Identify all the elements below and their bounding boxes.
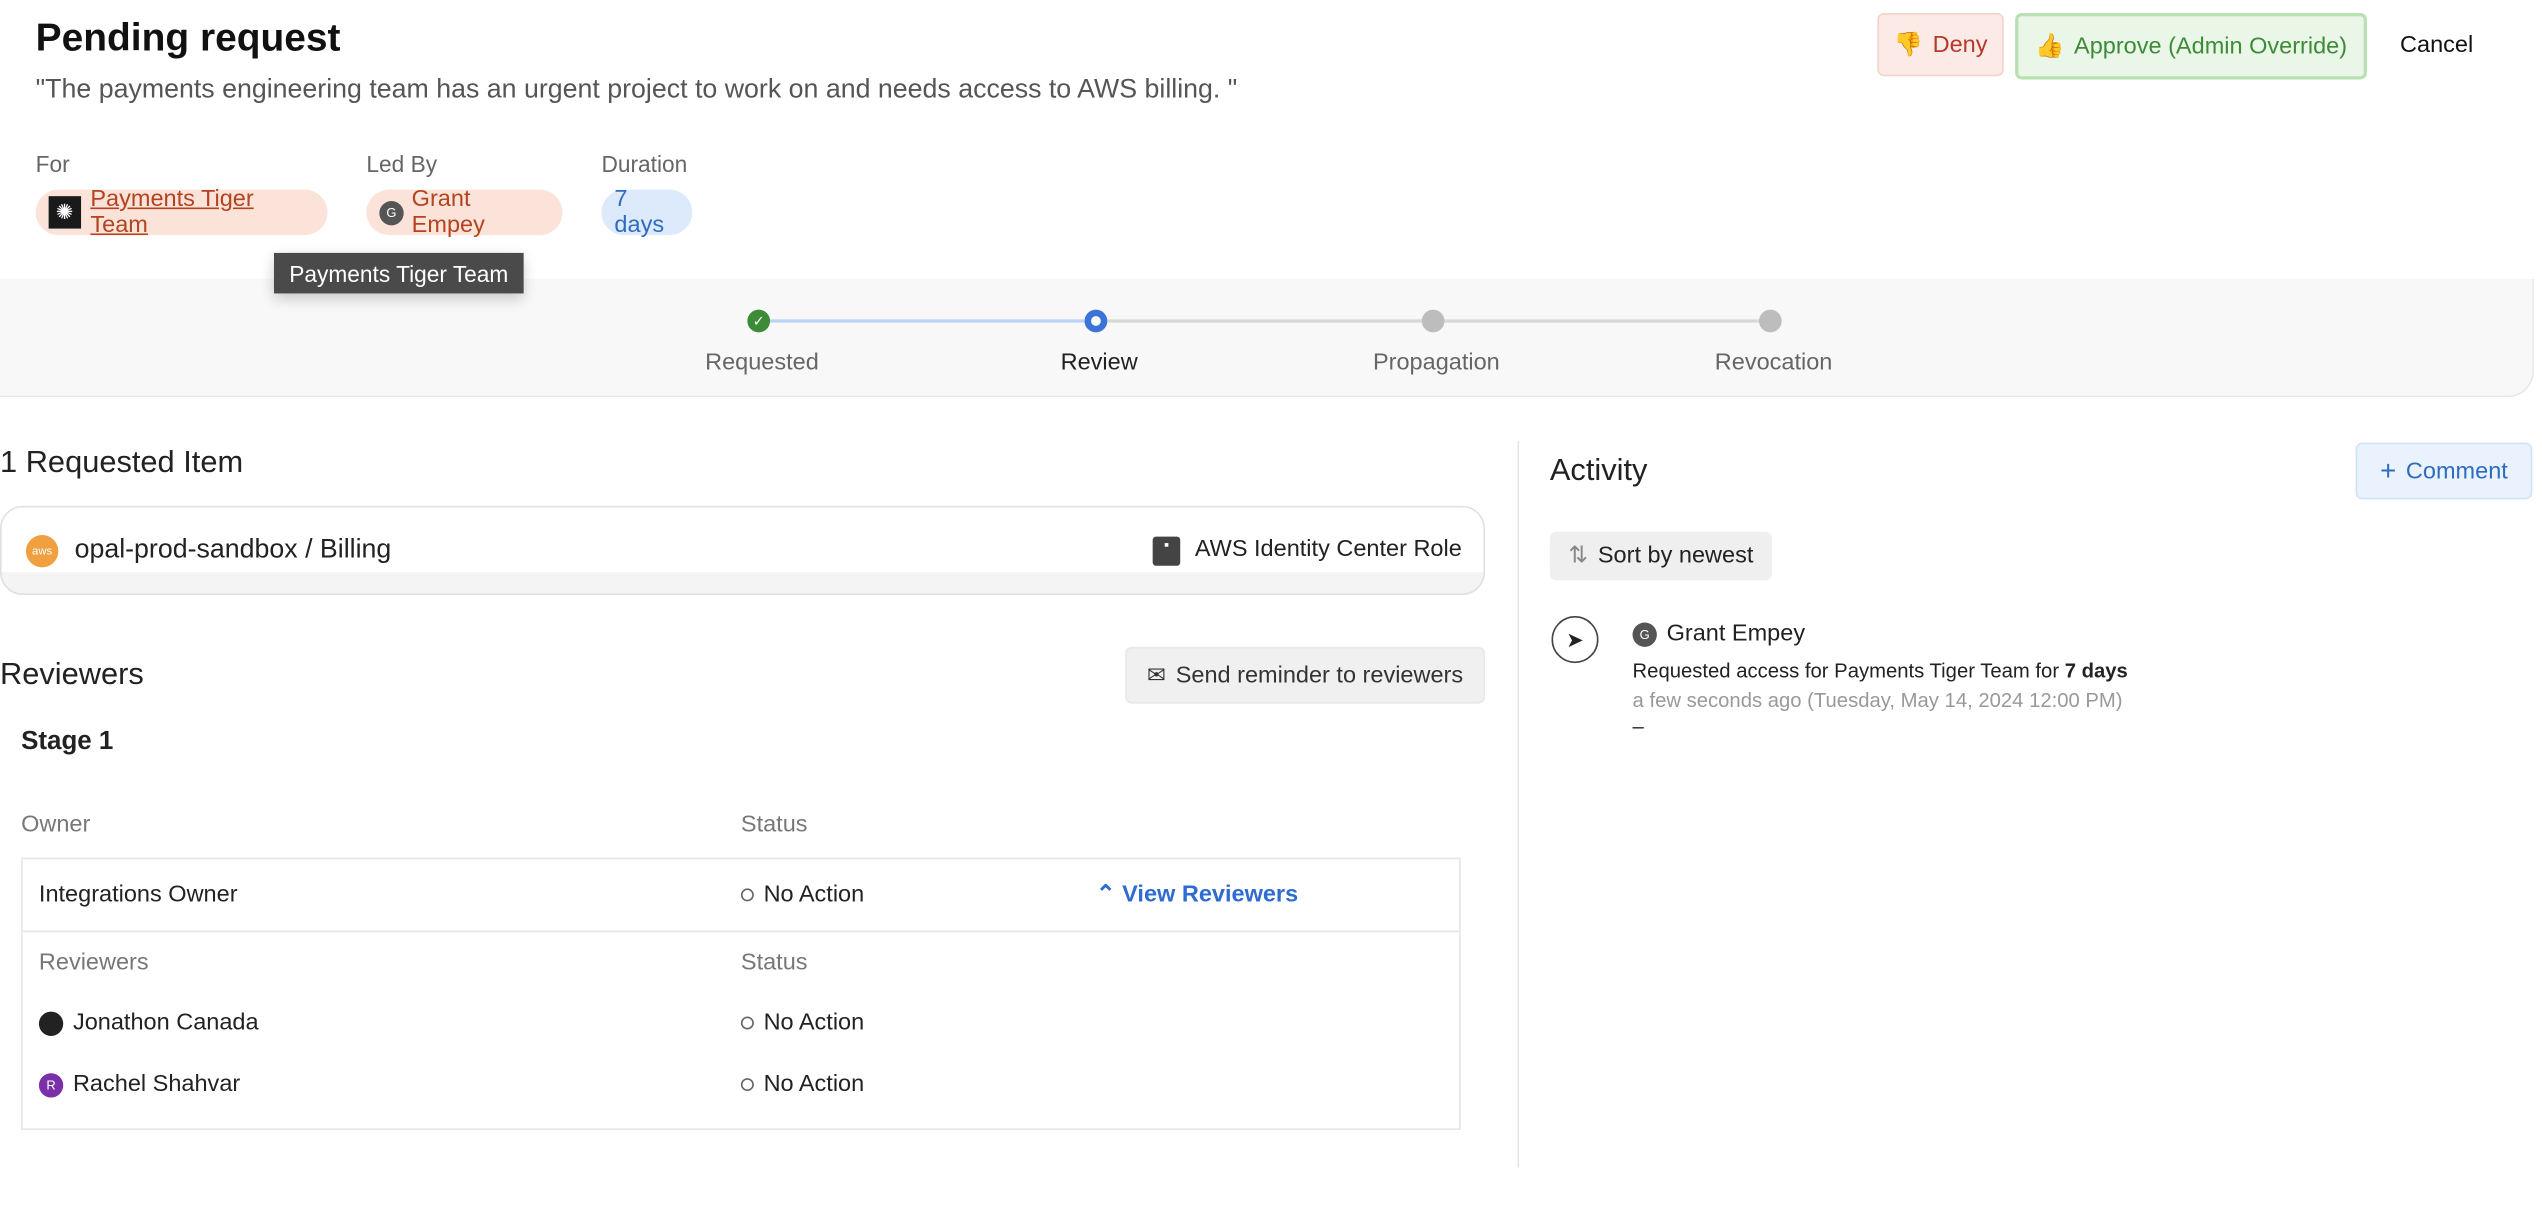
activity-timestamp: a few seconds ago (Tuesday, May 14, 2024… xyxy=(1632,689,2123,712)
reviewers-heading: Reviewers xyxy=(0,658,144,693)
reviewer-row: Jonathon Canada xyxy=(38,1010,259,1036)
role-badge-icon: ▪ xyxy=(1152,536,1181,566)
group-link[interactable]: Payments Tiger Team xyxy=(90,186,314,238)
avatar: G xyxy=(1632,621,1657,647)
duration-label: Duration xyxy=(601,150,688,177)
sort-button[interactable]: ⇅ Sort by newest xyxy=(1549,531,1772,581)
reviewers-status-subheader: Status xyxy=(740,950,808,976)
step-propagation: Propagation xyxy=(1372,350,1500,377)
step-pending-dot xyxy=(1759,309,1782,333)
sort-icon: ⇅ xyxy=(1568,543,1589,570)
circle-icon xyxy=(740,1016,754,1030)
view-reviewers-toggle[interactable]: ⌃ View Reviewers xyxy=(1096,882,1298,908)
step-review: Review xyxy=(1060,350,1138,377)
item-name: opal-prod-sandbox / Billing xyxy=(74,534,392,565)
avatar xyxy=(38,1010,64,1036)
duration-pill: 7 days xyxy=(601,186,693,238)
requested-items-heading: 1 Requested Item xyxy=(0,445,244,480)
plus-icon: + xyxy=(2380,454,2397,486)
comment-button[interactable]: + Comment xyxy=(2355,442,2533,500)
group-logo-icon: ✺ xyxy=(48,196,81,229)
circle-icon xyxy=(740,888,754,902)
item-type: AWS Identity Center Role xyxy=(1194,536,1462,563)
activity-user: G Grant Empey xyxy=(1632,621,1805,647)
activity-heading: Activity xyxy=(1549,453,1648,488)
step-connector xyxy=(770,319,1096,323)
group-pill[interactable]: ✺ Payments Tiger Team xyxy=(35,186,328,238)
requested-item-card[interactable]: aws opal-prod-sandbox / Billing ▪ AWS Id… xyxy=(0,505,1486,595)
page-title: Pending request xyxy=(35,16,341,60)
check-icon: ✓ xyxy=(747,309,771,333)
reviewer-row: R Rachel Shahvar xyxy=(38,1072,240,1098)
leader-pill[interactable]: G Grant Empey xyxy=(366,186,563,238)
step-revocation: Revocation xyxy=(1714,350,1833,377)
request-reason: "The payments engineering team has an ur… xyxy=(35,74,1238,104)
led-by-label: Led By xyxy=(366,150,438,177)
mail-icon: ✉ xyxy=(1146,661,1166,688)
reviewer-status: No Action xyxy=(740,1010,864,1036)
owner-status: No Action xyxy=(740,882,864,908)
thumbs-up-icon: 👍 xyxy=(2035,34,2065,60)
owner-header: Owner xyxy=(21,812,91,839)
send-reminder-button[interactable]: ✉ Send reminder to reviewers xyxy=(1125,646,1486,704)
avatar: R xyxy=(38,1072,64,1097)
step-current-dot xyxy=(1084,309,1108,333)
chevron-up-icon: ⌃ xyxy=(1095,881,1123,908)
activity-dash: – xyxy=(1632,714,1644,738)
circle-icon xyxy=(740,1078,754,1092)
activity-text: Requested access for Payments Tiger Team… xyxy=(1632,659,2128,683)
step-requested: Requested xyxy=(705,350,819,377)
approve-button[interactable]: 👍 Approve (Admin Override) xyxy=(2015,12,2367,80)
tooltip: Payments Tiger Team xyxy=(273,252,524,294)
status-header: Status xyxy=(740,812,808,839)
avatar: G xyxy=(379,200,404,225)
reviewers-table: Integrations Owner No Action ⌃ View Revi… xyxy=(21,857,1461,1130)
step-pending-dot xyxy=(1421,309,1445,333)
reviewers-subheader: Reviewers xyxy=(38,950,149,976)
thumbs-down-icon: 👎 xyxy=(1893,32,1923,59)
for-label: For xyxy=(35,150,70,177)
progress-steps: ✓ Requested Review Propagation Revocatio… xyxy=(0,278,2534,398)
send-icon: ➤ xyxy=(1551,616,1599,664)
reviewer-status: No Action xyxy=(740,1072,864,1098)
aws-icon: aws xyxy=(25,534,59,568)
divider xyxy=(1517,440,1520,1168)
cancel-button[interactable]: Cancel xyxy=(2383,13,2490,76)
owner-name: Integrations Owner xyxy=(38,881,238,908)
deny-button[interactable]: 👎 Deny xyxy=(1877,12,2004,77)
stage-title: Stage 1 xyxy=(21,727,114,756)
